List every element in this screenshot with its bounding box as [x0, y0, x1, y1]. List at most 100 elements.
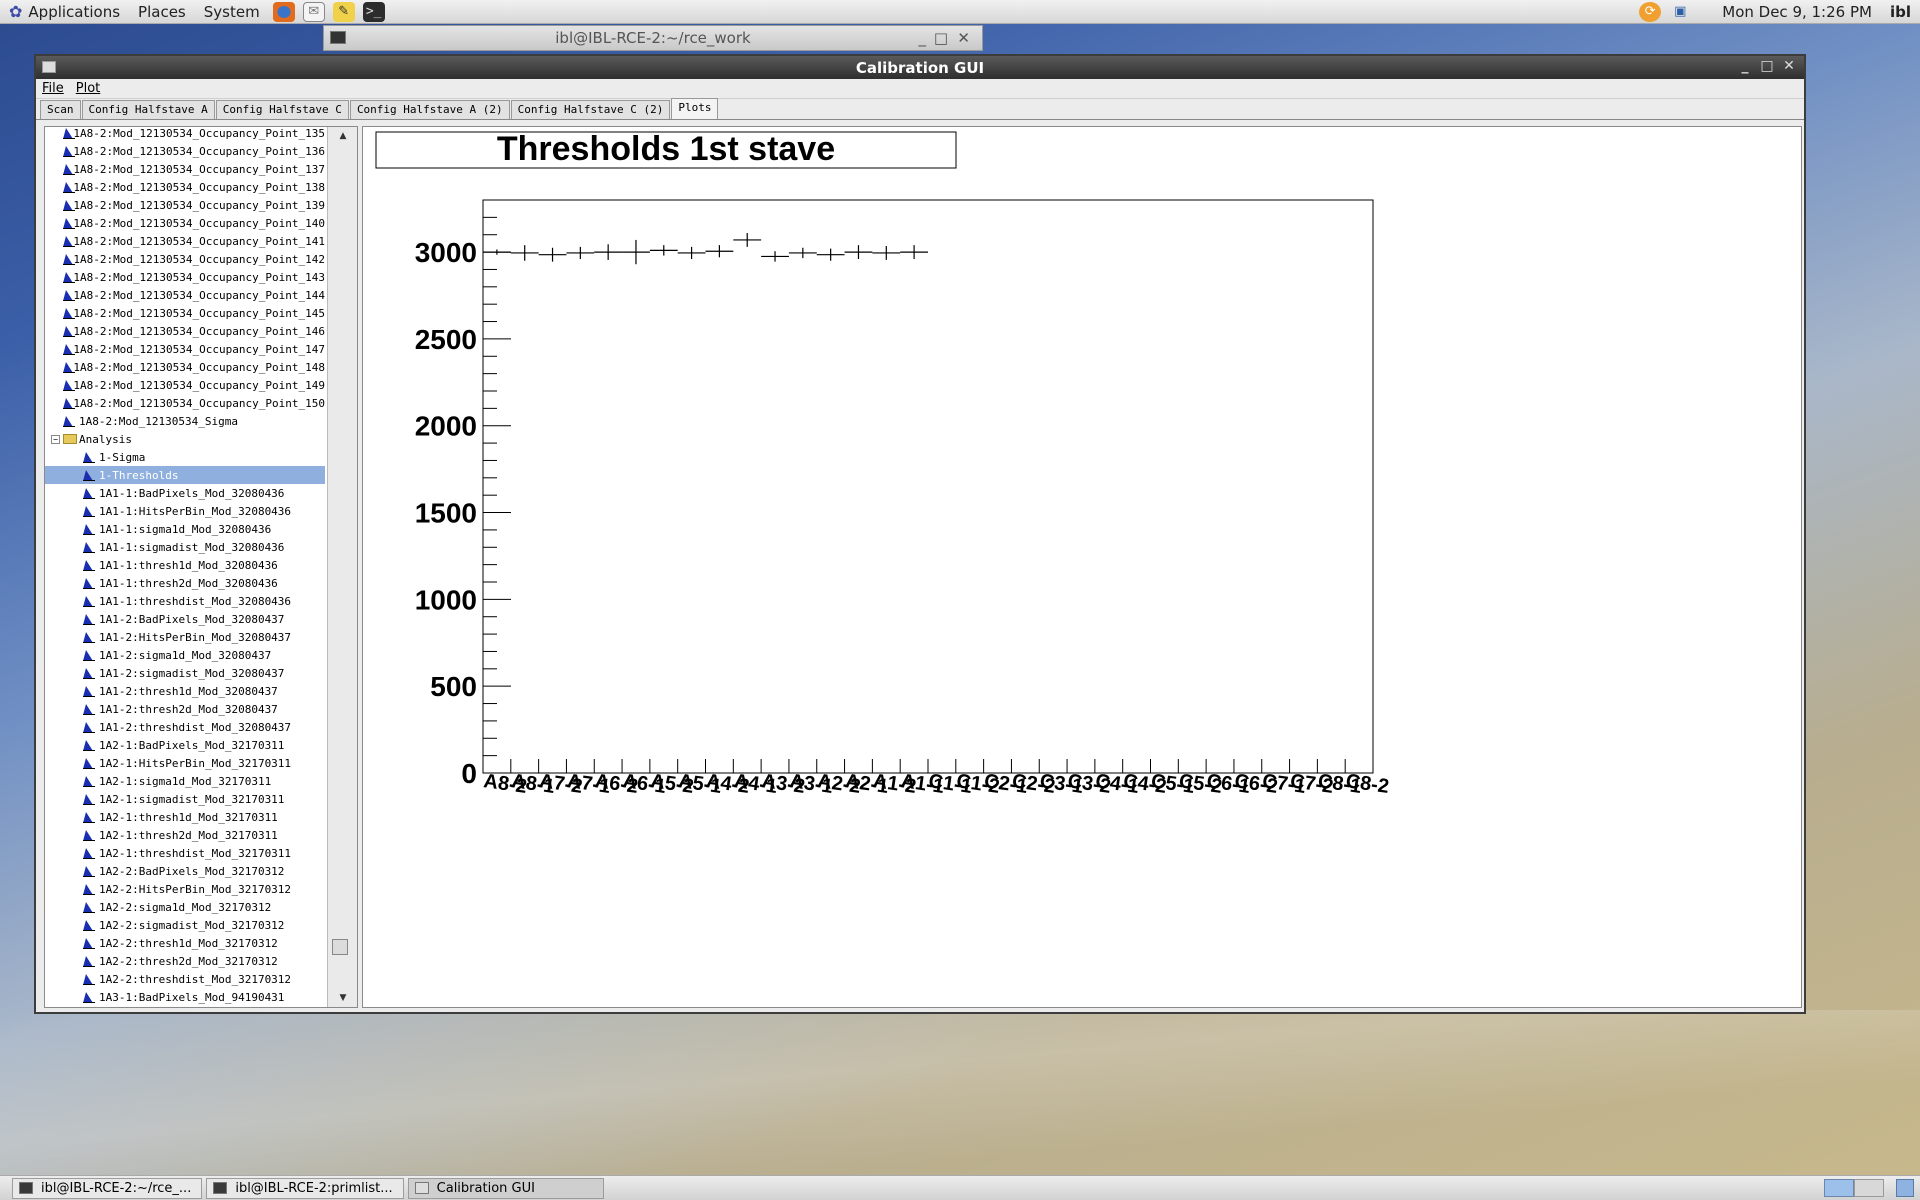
tree-item-label: 1A8-2:Mod_12130534_Sigma [79, 414, 238, 428]
tab-config-halfstave-a[interactable]: Config Halfstave A [81, 100, 215, 119]
tree-item[interactable]: 1A1-2:HitsPerBin_Mod_32080437 [45, 628, 325, 646]
clock[interactable]: Mon Dec 9, 1:26 PM [1713, 3, 1881, 21]
tab-config-halfstave-c-2[interactable]: Config Halfstave C (2) [510, 100, 671, 119]
tree-item[interactable]: 1A1-2:sigmadist_Mod_32080437 [45, 664, 325, 682]
tree-item[interactable]: 1A8-2:Mod_12130534_Occupancy_Point_144 [45, 286, 325, 304]
tree-item[interactable]: 1A8-2:Mod_12130534_Occupancy_Point_145 [45, 304, 325, 322]
tree-item[interactable]: 1A8-2:Mod_12130534_Occupancy_Point_146 [45, 322, 325, 340]
tree-item[interactable]: 1A2-1:sigmadist_Mod_32170311 [45, 790, 325, 808]
scrollbar-thumb[interactable] [332, 939, 348, 955]
tree-item[interactable]: 1A1-1:thresh2d_Mod_32080436 [45, 574, 325, 592]
minimize-icon[interactable]: _ [919, 29, 927, 47]
terminal-icon[interactable]: >_ [362, 1, 385, 22]
tree-item[interactable]: 1A1-2:BadPixels_Mod_32080437 [45, 610, 325, 628]
menu-file[interactable]: File [36, 81, 70, 96]
network-icon[interactable]: ▣ [1669, 2, 1691, 22]
tree-item[interactable]: 1A8-2:Mod_12130534_Occupancy_Point_147 [45, 340, 325, 358]
tree-item[interactable]: 1A8-2:Mod_12130534_Occupancy_Point_137 [45, 160, 325, 178]
tree-item[interactable]: 1-Sigma [45, 448, 325, 466]
tree-item[interactable]: 1-Thresholds [45, 466, 325, 484]
tree-item[interactable]: 1A2-2:thresh1d_Mod_32170312 [45, 934, 325, 952]
tree-item[interactable]: 1A2-1:HitsPerBin_Mod_32170311 [45, 754, 325, 772]
tree-item[interactable]: 1A1-1:threshdist_Mod_32080436 [45, 592, 325, 610]
tree-item[interactable]: 1A1-2:thresh1d_Mod_32080437 [45, 682, 325, 700]
tree-item[interactable]: 1A2-1:thresh1d_Mod_32170311 [45, 808, 325, 826]
tree-item[interactable]: 1A1-2:sigma1d_Mod_32080437 [45, 646, 325, 664]
collapse-icon[interactable]: − [51, 434, 60, 444]
menu-applications[interactable]: ✿ Applications [0, 2, 129, 21]
tree-item-label: 1A2-2:BadPixels_Mod_32170312 [99, 864, 285, 878]
tree-item-label: 1A8-2:Mod_12130534_Occupancy_Point_136 [73, 144, 325, 158]
tree-item[interactable]: 1A3-1:BadPixels_Mod_94190431 [45, 988, 325, 1006]
task-calibration-gui[interactable]: Calibration GUI [407, 1177, 604, 1199]
workspace-switcher[interactable] [1824, 1179, 1884, 1197]
close-icon[interactable]: ✕ [1780, 58, 1798, 74]
tree-item[interactable]: 1A8-2:Mod_12130534_Occupancy_Point_138 [45, 178, 325, 196]
histogram-icon [63, 271, 76, 283]
task-terminal-rce[interactable]: ibl@IBL-RCE-2:~/rce_... [12, 1177, 203, 1199]
histogram-icon [63, 127, 76, 139]
tree-folder-analysis[interactable]: − Analysis [45, 430, 325, 448]
task-terminal-primlist[interactable]: ibl@IBL-RCE-2:primlist... [206, 1177, 404, 1199]
tree-item[interactable]: 1A1-2:thresh2d_Mod_32080437 [45, 700, 325, 718]
tree-item[interactable]: 1A8-2:Mod_12130534_Occupancy_Point_140 [45, 214, 325, 232]
tree-item[interactable]: 1A2-2:BadPixels_Mod_32170312 [45, 862, 325, 880]
tree-item[interactable]: 1A8-2:Mod_12130534_Occupancy_Point_135 [45, 127, 325, 142]
maximize-icon[interactable]: □ [934, 29, 948, 47]
window-titlebar[interactable]: Calibration GUI _ □ ✕ [36, 56, 1804, 79]
tree-item[interactable]: 1A8-2:Mod_12130534_Occupancy_Point_142 [45, 250, 325, 268]
firefox-icon[interactable] [272, 1, 295, 22]
scroll-up-icon[interactable]: ▲ [328, 131, 357, 141]
tree-item[interactable]: 1A2-2:sigmadist_Mod_32170312 [45, 916, 325, 934]
tab-plots[interactable]: Plots [671, 98, 719, 119]
tree-item[interactable]: 1A1-1:thresh1d_Mod_32080436 [45, 556, 325, 574]
tree-item[interactable]: 1A1-1:BadPixels_Mod_32080436 [45, 484, 325, 502]
user-name[interactable]: ibl [1881, 3, 1920, 21]
tab-config-halfstave-c[interactable]: Config Halfstave C [215, 100, 349, 119]
mail-icon[interactable]: ✉ [302, 1, 325, 22]
tree-item[interactable]: 1A2-1:sigma1d_Mod_32170311 [45, 772, 325, 790]
tree-scrollbar[interactable]: ▲ ▼ [327, 127, 357, 1007]
window-menu-icon[interactable] [42, 61, 56, 73]
workspace-1[interactable] [1824, 1179, 1854, 1197]
tree-item[interactable]: 1A8-2:Mod_12130534_Occupancy_Point_141 [45, 232, 325, 250]
tab-config-halfstave-a-2[interactable]: Config Halfstave A (2) [349, 100, 510, 119]
plot-canvas[interactable]: Thresholds 1st stave 0 500 1000 1500 2000 2500… [362, 126, 1802, 1008]
menu-plot[interactable]: Plot [70, 81, 107, 96]
minimize-icon[interactable]: _ [1736, 58, 1754, 74]
tree-item[interactable]: 1A8-2:Mod_12130534_Sigma [45, 412, 325, 430]
menu-system[interactable]: System [195, 3, 269, 21]
tree-item[interactable]: 1A1-2:threshdist_Mod_32080437 [45, 718, 325, 736]
tab-scan[interactable]: Scan [40, 100, 81, 119]
tree-item[interactable]: 1A8-2:Mod_12130534_Occupancy_Point_143 [45, 268, 325, 286]
tree-item-label: 1A2-1:BadPixels_Mod_32170311 [99, 738, 285, 752]
tree-item[interactable]: 1A8-2:Mod_12130534_Occupancy_Point_150 [45, 394, 325, 412]
background-terminal-window[interactable]: ibl@IBL-RCE-2:~/rce_work _ □ ✕ [323, 25, 983, 51]
tree-item[interactable]: 1A2-1:BadPixels_Mod_32170311 [45, 736, 325, 754]
tree-item[interactable]: 1A8-2:Mod_12130534_Occupancy_Point_136 [45, 142, 325, 160]
tree-item[interactable]: 1A8-2:Mod_12130534_Occupancy_Point_139 [45, 196, 325, 214]
tree-item[interactable]: 1A1-1:HitsPerBin_Mod_32080436 [45, 502, 325, 520]
histogram-icon [83, 865, 95, 877]
tree-item[interactable]: 1A2-2:threshdist_Mod_32170312 [45, 970, 325, 988]
notes-icon[interactable]: ✎ [332, 1, 355, 22]
tree-item[interactable]: 1A2-2:sigma1d_Mod_32170312 [45, 898, 325, 916]
tree-item[interactable]: 1A2-2:HitsPerBin_Mod_32170312 [45, 880, 325, 898]
maximize-icon[interactable]: □ [1758, 58, 1776, 74]
close-icon[interactable]: ✕ [957, 29, 970, 47]
tree-item[interactable]: 1A8-2:Mod_12130534_Occupancy_Point_149 [45, 376, 325, 394]
update-notifier-icon[interactable]: ⟳ [1639, 1, 1662, 22]
tree-item[interactable]: 1A2-1:thresh2d_Mod_32170311 [45, 826, 325, 844]
scroll-down-icon[interactable]: ▼ [328, 993, 357, 1003]
trash-icon[interactable] [1896, 1179, 1914, 1197]
tree-item[interactable]: 1A2-2:thresh2d_Mod_32170312 [45, 952, 325, 970]
tree-item[interactable]: 1A2-1:threshdist_Mod_32170311 [45, 844, 325, 862]
tree-item[interactable]: 1A8-2:Mod_12130534_Occupancy_Point_148 [45, 358, 325, 376]
histogram-icon [83, 577, 95, 589]
task-label: ibl@IBL-RCE-2:primlist... [235, 1180, 393, 1196]
tree-item-label: 1A1-1:thresh1d_Mod_32080436 [99, 558, 278, 572]
tree-item[interactable]: 1A1-1:sigma1d_Mod_32080436 [45, 520, 325, 538]
menu-places[interactable]: Places [129, 3, 195, 21]
tree-item[interactable]: 1A1-1:sigmadist_Mod_32080436 [45, 538, 325, 556]
workspace-2[interactable] [1854, 1179, 1884, 1197]
